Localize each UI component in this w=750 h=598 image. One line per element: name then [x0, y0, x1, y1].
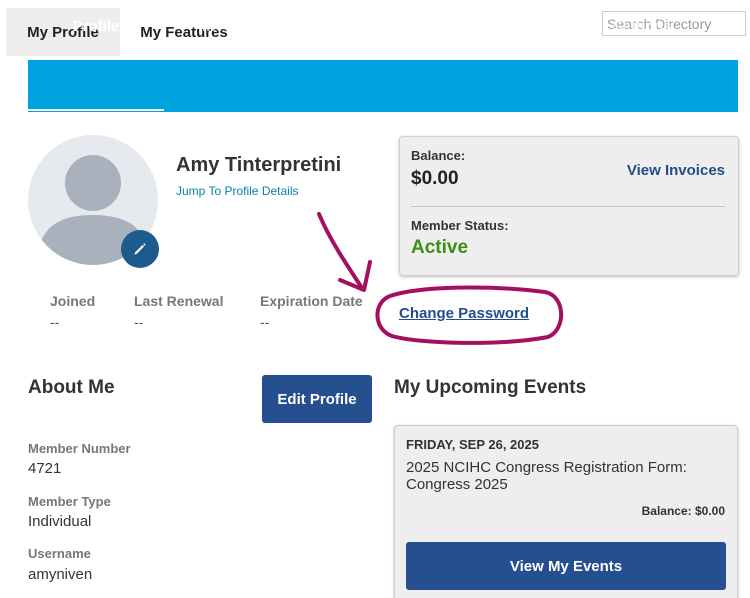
- balance-value: $0.00: [411, 168, 459, 189]
- member-status-label: Member Status:: [411, 218, 509, 233]
- jump-to-profile-details-link[interactable]: Jump To Profile Details: [176, 184, 299, 198]
- balance-card: Balance: $0.00 View Invoices Member Stat…: [399, 136, 739, 276]
- edit-avatar-button[interactable]: [121, 230, 159, 268]
- event-card: FRIDAY, SEP 26, 2025 2025 NCIHC Congress…: [394, 425, 738, 598]
- expiration-date-value: --: [260, 314, 270, 330]
- joined-value: --: [50, 314, 60, 330]
- view-invoices-link[interactable]: View Invoices: [627, 162, 725, 179]
- change-password-link[interactable]: Change Password: [399, 305, 529, 322]
- member-number-value: 4721: [28, 460, 62, 477]
- last-renewal-value: --: [134, 314, 144, 330]
- nav-tab-settings[interactable]: Settings: [572, 0, 712, 52]
- nav-tab-profile[interactable]: Profile: [28, 0, 164, 52]
- active-tab-indicator: [28, 109, 164, 111]
- view-my-events-button[interactable]: View My Events: [406, 542, 726, 590]
- upcoming-events-heading: My Upcoming Events: [394, 377, 587, 398]
- member-status-value: Active: [411, 237, 469, 258]
- event-title: 2025 NCIHC Congress Registration Form: C…: [406, 459, 687, 493]
- annotation-arrow-head: [338, 260, 372, 292]
- member-type-label: Member Type: [28, 494, 111, 509]
- about-me-heading: About Me: [28, 377, 115, 398]
- pencil-icon: [134, 243, 146, 255]
- member-type-value: Individual: [28, 513, 92, 530]
- edit-profile-button[interactable]: Edit Profile: [262, 375, 372, 423]
- nav-tab-forms-taken[interactable]: Forms I've Taken: [300, 0, 438, 52]
- username-value: amyniven: [28, 566, 93, 583]
- nav-tab-email-history[interactable]: Email History: [438, 0, 572, 52]
- last-renewal-label: Last Renewal: [134, 293, 224, 309]
- username-label: Username: [28, 546, 91, 561]
- profile-nav-bar: [28, 60, 738, 112]
- member-number-label: Member Number: [28, 441, 131, 456]
- member-name: Amy Tinterpretini: [176, 154, 342, 176]
- nav-tab-invoices[interactable]: Invoices: [164, 0, 300, 52]
- card-divider: [411, 206, 725, 207]
- balance-label: Balance:: [411, 148, 466, 163]
- expiration-date-label: Expiration Date: [260, 293, 363, 309]
- annotation-arrow-shaft: [317, 212, 364, 290]
- event-balance: Balance: $0.00: [641, 504, 725, 518]
- event-date: FRIDAY, SEP 26, 2025: [406, 437, 539, 452]
- joined-label: Joined: [50, 293, 96, 309]
